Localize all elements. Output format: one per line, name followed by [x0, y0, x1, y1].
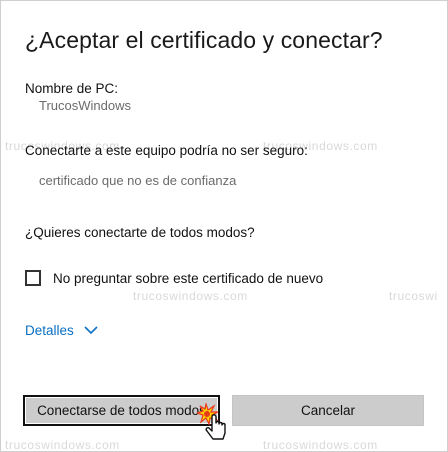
pc-name-value: TrucosWindows — [39, 98, 131, 113]
watermark: trucoswindows.com — [133, 289, 248, 303]
warning-label: Conectarte a este equipo podría no ser s… — [25, 143, 308, 158]
dont-ask-again-checkbox[interactable] — [25, 270, 41, 286]
details-toggle[interactable]: Detalles — [25, 323, 98, 338]
hand-pointer-icon — [197, 403, 226, 440]
cancel-label: Cancelar — [300, 403, 356, 418]
certificate-dialog: ¿Aceptar el certificado y conectar? truc… — [0, 0, 448, 452]
dialog-title: ¿Aceptar el certificado y conectar? — [25, 27, 383, 53]
pc-name-label: Nombre de PC: — [25, 81, 119, 96]
dont-ask-again-label: No preguntar sobre este certificado de n… — [53, 270, 324, 286]
cancel-button[interactable]: Cancelar — [232, 395, 424, 426]
connect-anyway-button[interactable]: Conectarse de todos modos — [23, 395, 220, 426]
warning-detail: certificado que no es de confianza — [39, 173, 237, 188]
watermark: trucoswi — [389, 289, 438, 303]
question-label: ¿Quieres conectarte de todos modos? — [25, 225, 255, 240]
watermark: trucoswindows.com — [263, 438, 378, 452]
chevron-down-icon — [84, 326, 98, 335]
connect-anyway-label: Conectarse de todos modos — [37, 403, 206, 418]
dont-ask-again-option[interactable]: No preguntar sobre este certificado de n… — [25, 270, 323, 286]
watermark: trucoswindows.com — [5, 438, 120, 452]
details-label: Detalles — [25, 323, 74, 338]
